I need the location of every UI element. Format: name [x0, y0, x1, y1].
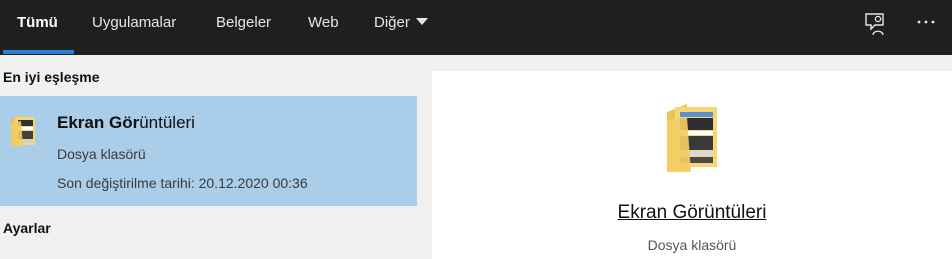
more-icon[interactable] [913, 9, 941, 37]
settings-heading: Ayarlar [3, 220, 51, 236]
tab-all[interactable]: Tümü [17, 0, 58, 55]
folder-icon [9, 113, 37, 147]
tab-documents[interactable]: Belgeler [216, 0, 271, 55]
chevron-down-icon [415, 18, 428, 25]
result-title-match: Ekran Gör [57, 113, 140, 132]
preview-title[interactable]: Ekran Görüntüleri [432, 202, 952, 224]
tab-web[interactable]: Web [308, 0, 339, 55]
results-pane: En iyi eşleşme Ekran Görüntüleri Dosya k… [0, 55, 417, 259]
best-match-heading: En iyi eşleşme [3, 69, 100, 85]
result-title: Ekran Görüntüleri [57, 113, 195, 133]
tab-apps[interactable]: Uygulamalar [92, 0, 176, 55]
best-match-result[interactable]: Ekran Görüntüleri Dosya klasörü Son deği… [0, 96, 417, 206]
tab-more-label: Diğer [374, 14, 410, 31]
tab-more-dropdown[interactable]: Diğer [374, 0, 428, 55]
result-type: Dosya klasörü [57, 146, 146, 162]
active-tab-indicator [3, 50, 74, 54]
result-title-rest: üntüleri [139, 113, 195, 132]
feedback-icon[interactable] [862, 9, 890, 37]
preview-title-link[interactable]: Ekran Görüntüleri [618, 202, 767, 223]
preview-type: Dosya klasörü [647, 237, 737, 253]
result-modified-date: Son değiştirilme tarihi: 20.12.2020 00:3… [57, 175, 308, 191]
folder-preview-icon [665, 102, 721, 174]
search-top-bar: Tümü Uygulamalar Belgeler Web Diğer [0, 0, 952, 55]
preview-pane: Ekran Görüntüleri Dosya klasörü [432, 71, 952, 259]
